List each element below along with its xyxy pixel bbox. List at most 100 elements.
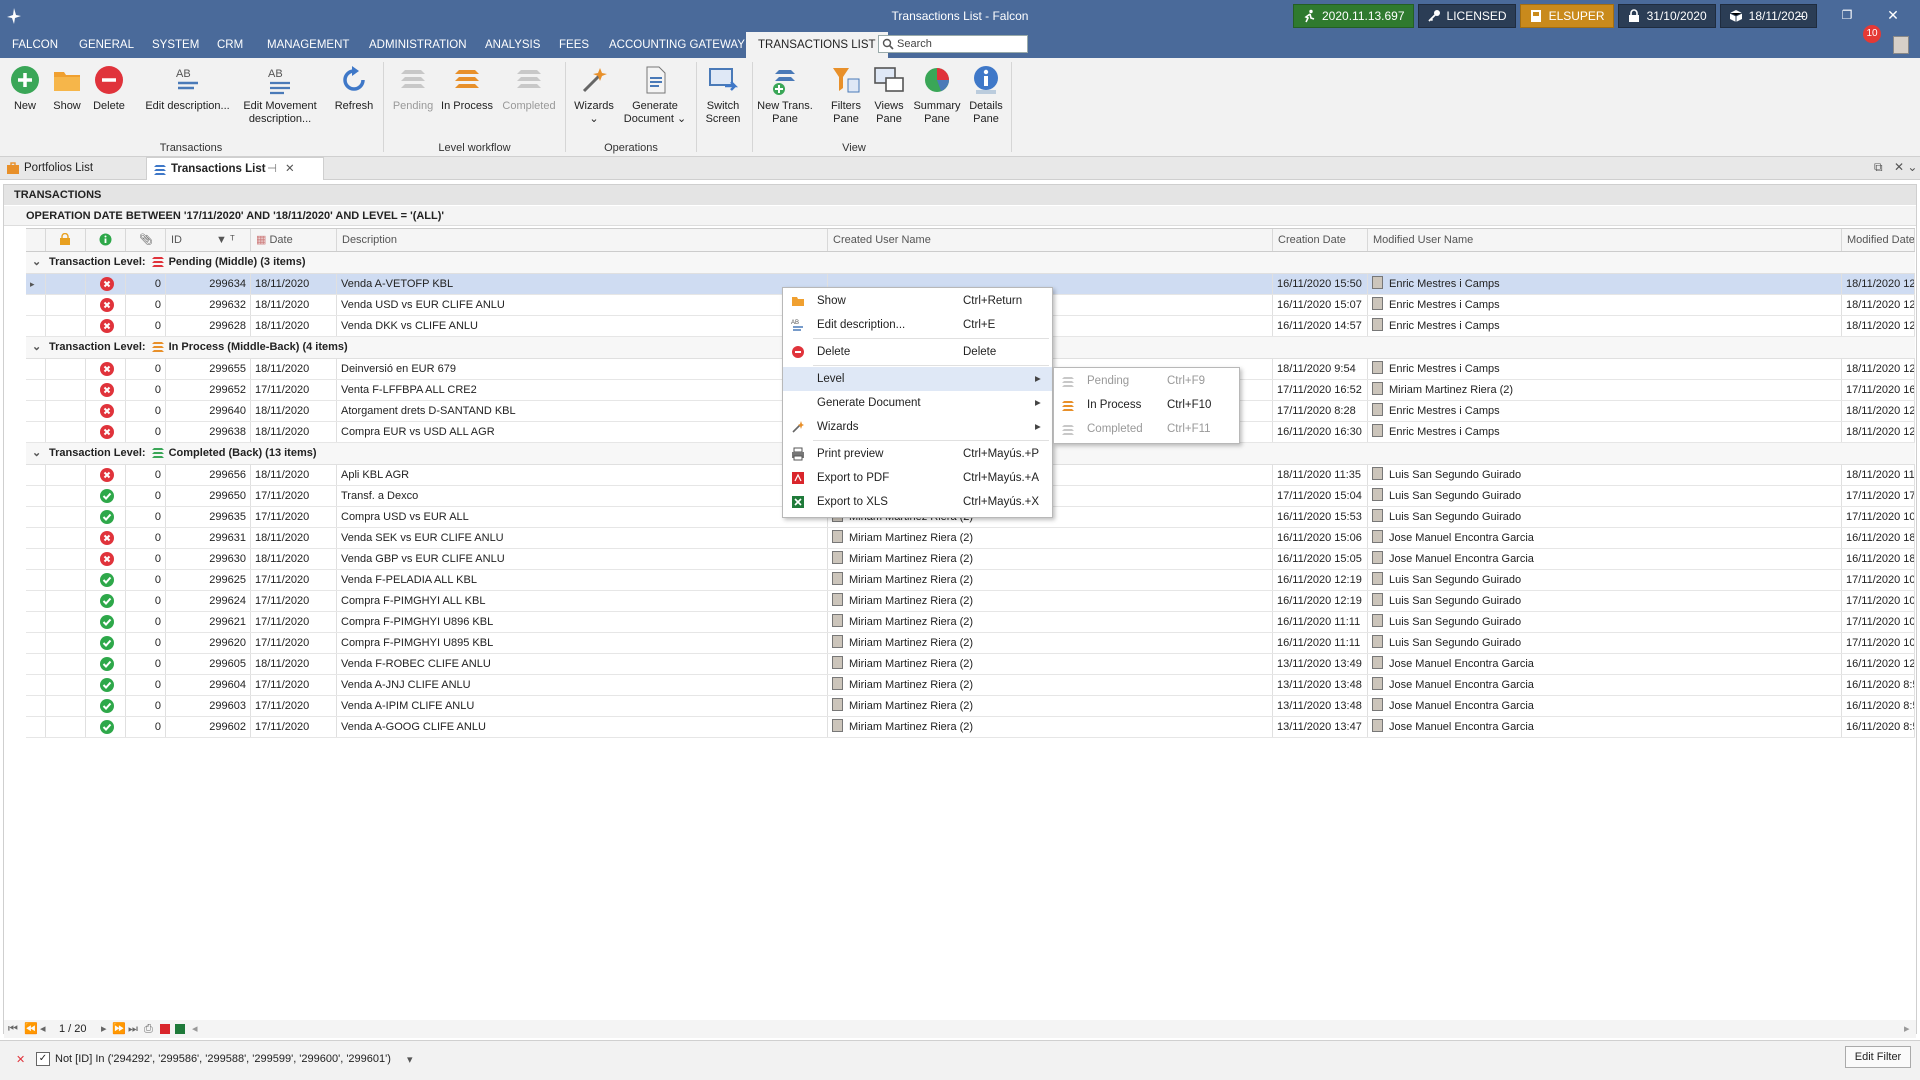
menu-administration[interactable]: ADMINISTRATION: [361, 32, 475, 58]
user-badge[interactable]: ELSUPER: [1519, 4, 1614, 28]
header-lock[interactable]: [46, 229, 86, 251]
menu-general[interactable]: GENERAL: [71, 32, 142, 58]
header-created-user[interactable]: Created User Name: [828, 229, 1273, 251]
next-group-icon[interactable]: ⏩: [112, 1020, 126, 1038]
cell-indicator: [26, 359, 46, 379]
menu-system[interactable]: SYSTEM: [144, 32, 207, 58]
wizards-button[interactable]: Wizards ⌄: [571, 64, 617, 126]
edit-movement-description-button[interactable]: AB Edit Movement description...: [236, 64, 324, 126]
header-status[interactable]: [86, 229, 126, 251]
window-list-icon[interactable]: ⧉: [1874, 160, 1883, 175]
chevron-down-icon[interactable]: ⌄: [32, 252, 44, 273]
search-input[interactable]: Search: [878, 35, 1028, 53]
details-pane-button[interactable]: Details Pane: [964, 64, 1008, 126]
user-name: Luis San Segundo Guirado: [1389, 595, 1522, 607]
ctx-level[interactable]: Level ▸: [783, 367, 1052, 391]
table-row[interactable]: 0 299605 18/11/2020 Venda F-ROBEC CLIFE ANL…: [26, 654, 1915, 675]
group-label-transactions: Transactions: [159, 142, 223, 154]
menu-management[interactable]: MANAGEMENT: [259, 32, 357, 58]
header-attachments[interactable]: 📎︎: [126, 229, 166, 251]
filters-pane-button[interactable]: Filters Pane: [826, 64, 866, 126]
new-button[interactable]: New: [6, 64, 44, 113]
version-badge[interactable]: 2020.11.13.697: [1293, 4, 1414, 28]
prev-page-icon[interactable]: ◂: [40, 1020, 46, 1038]
ctx-wizards[interactable]: Wizards ▸: [783, 415, 1052, 439]
excel-icon[interactable]: [175, 1024, 185, 1034]
clear-filter-icon[interactable]: ✕: [16, 1053, 25, 1066]
chevron-down-icon[interactable]: ⌄: [32, 337, 44, 358]
closing-date-badge[interactable]: 31/10/2020: [1617, 4, 1716, 28]
table-row[interactable]: 0 299602 17/11/2020 Venda A-GOOG CLIFE ANLU…: [26, 717, 1915, 738]
submenu-pending[interactable]: Pending Ctrl+F9: [1054, 369, 1239, 393]
ctx-print-preview[interactable]: Print preview Ctrl+Mayús.+P: [783, 442, 1052, 466]
ctx-export-pdf[interactable]: Export to PDF Ctrl+Mayús.+A: [783, 466, 1052, 490]
edit-description-button[interactable]: AB Edit description...: [140, 64, 235, 113]
header-creation-date[interactable]: Creation Date: [1273, 229, 1368, 251]
ctx-edit-description[interactable]: AB Edit description... Ctrl+E: [783, 313, 1052, 337]
ctx-export-xls[interactable]: Export to XLS Ctrl+Mayús.+X: [783, 490, 1052, 514]
avatar[interactable]: [1893, 36, 1909, 54]
edit-filter-button[interactable]: Edit Filter: [1845, 1046, 1911, 1068]
in-process-button[interactable]: In Process: [440, 64, 494, 113]
refresh-button[interactable]: Refresh: [332, 64, 376, 113]
ctx-generate-document[interactable]: Generate Document ▸: [783, 391, 1052, 415]
menu-falcon[interactable]: FALCON: [4, 32, 66, 58]
next-page-icon[interactable]: ▸: [101, 1020, 107, 1038]
menu-fees[interactable]: FEES: [551, 32, 597, 58]
submenu-completed[interactable]: Completed Ctrl+F11: [1054, 417, 1239, 441]
ribbon-separator: [696, 62, 697, 152]
notification-badge[interactable]: 10: [1863, 25, 1881, 43]
views-pane-button[interactable]: Views Pane: [869, 64, 909, 126]
scroll-left-icon[interactable]: ◂: [192, 1020, 198, 1038]
group-row[interactable]: ⌄ Transaction Level: Pending (Middle) (3 i…: [26, 252, 1915, 274]
table-row[interactable]: 0 299625 17/11/2020 Venda F-PELADIA ALL KBL…: [26, 570, 1915, 591]
minimize-icon[interactable]: –: [1794, 8, 1808, 22]
header-modified-date[interactable]: Modified Date: [1842, 229, 1915, 251]
switch-screen-button[interactable]: Switch Screen: [700, 64, 746, 126]
table-row[interactable]: 0 299621 17/11/2020 Compra F-PIMGHYI U896 K…: [26, 612, 1915, 633]
delete-button[interactable]: Delete: [89, 64, 129, 113]
completed-button[interactable]: Completed: [498, 64, 560, 113]
pin-icon[interactable]: ⊣: [267, 158, 277, 180]
close-all-icon[interactable]: ✕ ⌄: [1894, 160, 1917, 174]
filter-enabled-checkbox[interactable]: ✓: [36, 1052, 50, 1066]
generate-document-button[interactable]: Generate Document ⌄: [620, 64, 690, 126]
close-tab-icon[interactable]: ✕: [285, 158, 295, 180]
menu-transactions-list[interactable]: TRANSACTIONS LIST: [746, 32, 888, 58]
prev-group-icon[interactable]: ⏪: [24, 1020, 38, 1038]
user-name: Luis San Segundo Guirado: [1389, 637, 1522, 649]
summary-pane-button[interactable]: Summary Pane: [911, 64, 963, 126]
header-date[interactable]: ▦ Date: [251, 229, 337, 251]
last-page-icon[interactable]: ⏭: [128, 1020, 138, 1038]
table-row[interactable]: 0 299624 17/11/2020 Compra F-PIMGHYI ALL KB…: [26, 591, 1915, 612]
cell-mdate: 16/11/2020 8:58: [1842, 675, 1915, 695]
ctx-show[interactable]: Show Ctrl+Return: [783, 289, 1052, 313]
chevron-down-icon[interactable]: ▾: [407, 1053, 413, 1066]
pending-button[interactable]: Pending: [388, 64, 438, 113]
header-id[interactable]: ID ▼ ᵀ: [166, 229, 251, 251]
tab-portfolios-list[interactable]: Portfolios List: [0, 157, 162, 179]
pdf-icon[interactable]: [160, 1024, 170, 1034]
show-button[interactable]: Show: [48, 64, 86, 113]
table-row[interactable]: 0 299604 17/11/2020 Venda A-JNJ CLIFE ANLU M…: [26, 675, 1915, 696]
table-row[interactable]: 0 299631 18/11/2020 Venda SEK vs EUR CLIFE …: [26, 528, 1915, 549]
tab-transactions-list[interactable]: Transactions List ⊣ ✕: [146, 157, 324, 180]
submenu-in-process[interactable]: In Process Ctrl+F10: [1054, 393, 1239, 417]
table-row[interactable]: 0 299603 17/11/2020 Venda A-IPIM CLIFE ANLU…: [26, 696, 1915, 717]
restore-icon[interactable]: ❐: [1840, 8, 1854, 22]
printer-icon[interactable]: ⎙: [144, 1020, 153, 1038]
ctx-delete[interactable]: Delete Delete: [783, 340, 1052, 364]
header-modified-user[interactable]: Modified User Name: [1368, 229, 1842, 251]
first-page-icon[interactable]: ⏮: [8, 1020, 18, 1038]
chevron-down-icon[interactable]: ⌄: [32, 443, 44, 464]
table-row[interactable]: 0 299620 17/11/2020 Compra F-PIMGHYI U895 K…: [26, 633, 1915, 654]
close-icon[interactable]: ✕: [1886, 8, 1900, 22]
table-row[interactable]: 0 299630 18/11/2020 Venda GBP vs EUR CLIFE …: [26, 549, 1915, 570]
header-description[interactable]: Description: [337, 229, 828, 251]
menu-accounting-gateway[interactable]: ACCOUNTING GATEWAY: [601, 32, 753, 58]
new-trans-pane-button[interactable]: New Trans. Pane: [754, 64, 816, 126]
license-badge[interactable]: LICENSED: [1417, 4, 1516, 28]
scroll-right-icon[interactable]: ▸: [1904, 1020, 1910, 1038]
menu-analysis[interactable]: ANALYSIS: [477, 32, 548, 58]
menu-crm[interactable]: CRM: [209, 32, 251, 58]
